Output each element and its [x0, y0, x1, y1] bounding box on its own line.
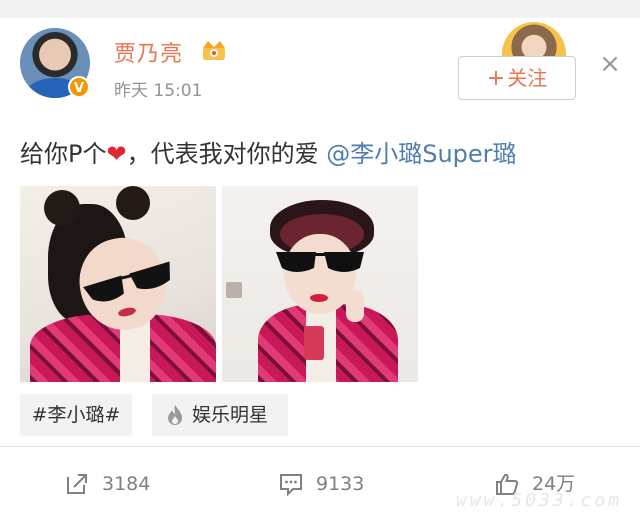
repost-button[interactable]: 3184	[64, 467, 184, 501]
category-tag-label: 娱乐明星	[192, 404, 269, 426]
top-divider-strip	[0, 0, 640, 18]
close-icon[interactable]: ×	[598, 51, 622, 77]
repost-icon	[67, 474, 87, 494]
verified-badge-icon: V	[68, 76, 90, 98]
fire-icon	[168, 405, 182, 425]
post-image-2[interactable]	[222, 186, 418, 382]
follow-button-label: 关注	[507, 66, 548, 90]
post-timestamp: 昨天 15:01	[114, 81, 203, 101]
mention-link[interactable]: @李小璐Super璐	[326, 140, 516, 168]
comment-button[interactable]: 9133	[278, 467, 398, 501]
post-text-rest: ，代表我对你的爱	[126, 140, 327, 168]
follow-button[interactable]: + 关注	[458, 56, 576, 100]
category-tag[interactable]: 娱乐明星	[152, 394, 288, 436]
post-image-1[interactable]	[20, 186, 216, 382]
topic-tag[interactable]: #李小璐#	[20, 394, 132, 436]
plus-icon: +	[486, 66, 506, 91]
author-name[interactable]: 贾乃亮	[114, 36, 183, 68]
repost-count: 3184	[102, 473, 151, 495]
action-bar: 3184 9133 24万	[0, 446, 640, 524]
comment-count: 9133	[316, 473, 365, 495]
heart-icon: ❤	[106, 140, 127, 168]
comment-icon	[280, 474, 302, 497]
post-text-start: 给你P个	[20, 140, 107, 168]
crown-icon	[203, 41, 225, 60]
watermark: www.5033.com	[456, 490, 623, 511]
post-text: 给你P个❤，代表我对你的爱 @李小璐Super璐	[20, 134, 517, 169]
